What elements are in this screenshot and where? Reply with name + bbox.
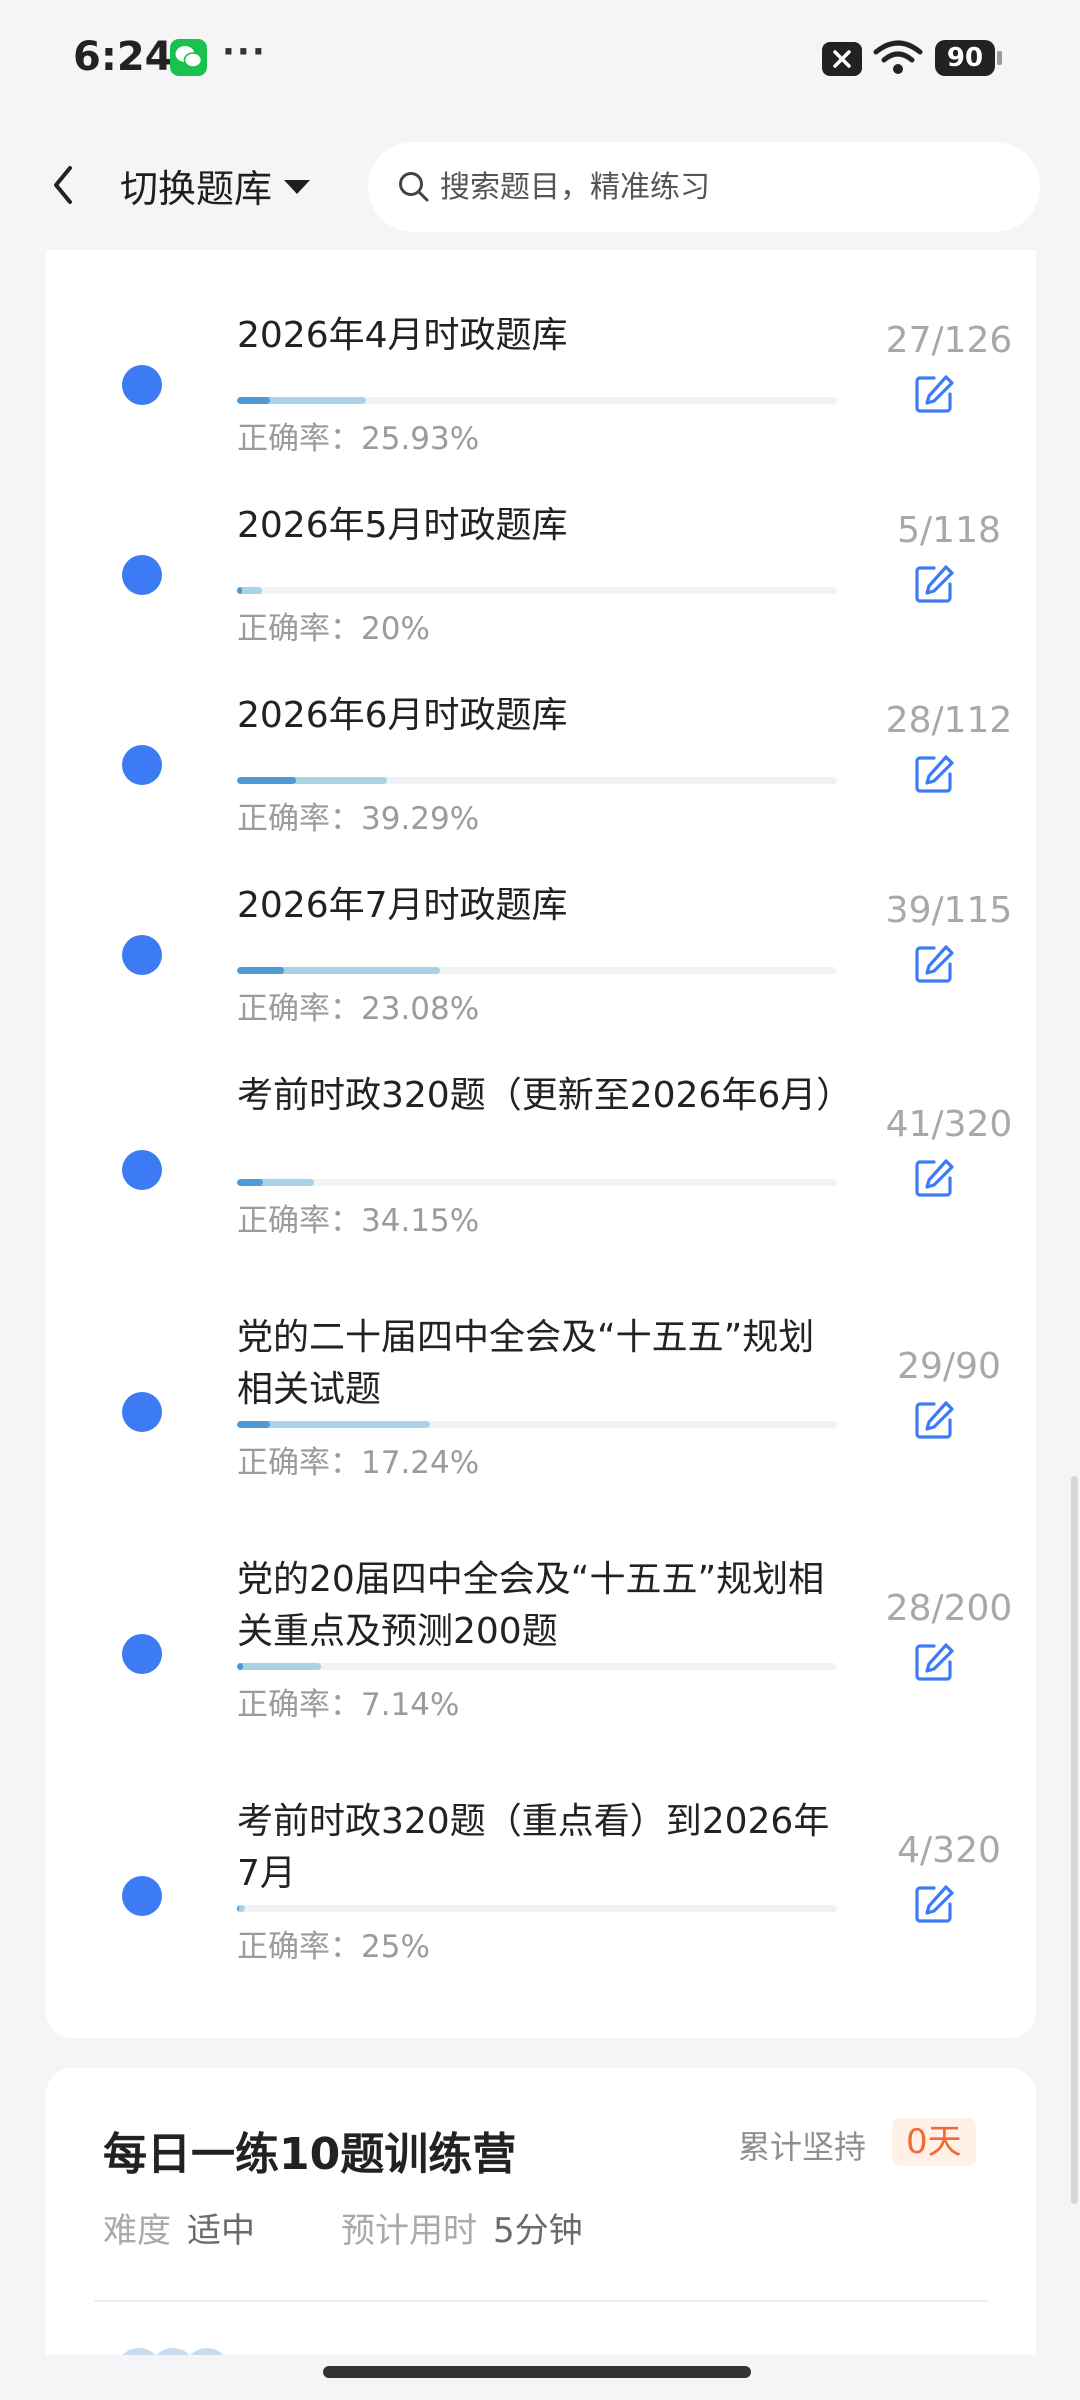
progress-count: 28/200 [885, 1588, 1013, 1629]
search-box[interactable] [368, 142, 1040, 232]
status-dot [122, 1392, 162, 1432]
progress-correct-fill [237, 1905, 239, 1912]
bank-row[interactable]: 党的20届四中全会及“十五五”规划相关重点及预测200题 正确率：7.14% 2… [46, 1534, 1036, 1734]
progress-bar [237, 1905, 837, 1912]
accuracy-text: 正确率：7.14% [237, 1687, 460, 1723]
search-input[interactable] [440, 169, 1000, 205]
edit-icon[interactable] [912, 562, 956, 606]
edit-icon[interactable] [912, 942, 956, 986]
progress-bar [237, 1179, 837, 1186]
accuracy-text: 正确率：34.15% [237, 1203, 480, 1239]
bank-title: 2026年7月时政题库 [237, 885, 568, 926]
edit-icon[interactable] [912, 1398, 956, 1442]
progress-count: 39/115 [885, 890, 1013, 931]
progress-correct-fill [237, 587, 243, 594]
progress-bar [237, 397, 837, 404]
streak-label: 累计坚持 [738, 2128, 867, 2166]
progress-correct-fill [237, 967, 284, 974]
scrollbar[interactable] [1071, 1476, 1078, 2204]
status-time: 6:24 [73, 34, 173, 80]
accuracy-text: 正确率：25% [237, 1929, 430, 1965]
progress-bar [237, 1421, 837, 1428]
time-value: 5分钟 [493, 2211, 583, 2251]
difficulty-label: 难度 [103, 2211, 171, 2251]
progress-correct-fill [237, 1179, 264, 1186]
chevron-left-icon[interactable] [44, 160, 84, 210]
bank-row[interactable]: 2026年6月时政题库 正确率：39.29% 28/112 [46, 670, 1036, 837]
time-meta: 预计用时 5分钟 [341, 2203, 583, 2252]
status-dot [122, 555, 162, 595]
bank-row[interactable]: 2026年5月时政题库 正确率：20% 5/118 [46, 480, 1036, 647]
battery-tip [997, 51, 1002, 65]
bank-title: 党的20届四中全会及“十五五”规划相关重点及预测200题 [237, 1559, 825, 1652]
battery-icon: 90 [935, 40, 995, 76]
edit-icon[interactable] [912, 372, 956, 416]
streak-badge: 0天 [892, 2118, 976, 2166]
progress-bar [237, 967, 837, 974]
progress-count: 28/112 [885, 700, 1013, 741]
progress-count: 5/118 [897, 510, 1001, 551]
bank-row[interactable]: 党的二十届四中全会及“十五五”规划相关试题 正确率：17.24% 29/90 [46, 1292, 1036, 1492]
status-bar: 6:24 ··· 90 [0, 0, 1080, 120]
accuracy-text: 正确率：23.08% [237, 991, 480, 1027]
progress-count: 41/320 [885, 1104, 1013, 1145]
bank-title: 党的二十届四中全会及“十五五”规划相关试题 [237, 1317, 815, 1410]
home-indicator[interactable] [323, 2366, 751, 2378]
edit-icon[interactable] [912, 1882, 956, 1926]
edit-icon[interactable] [912, 752, 956, 796]
difficulty-meta: 难度 适中 [103, 2203, 255, 2252]
bank-title: 考前时政320题（更新至2026年6月） [237, 1075, 853, 1116]
accuracy-text: 正确率：39.29% [237, 801, 480, 837]
progress-bar [237, 587, 837, 594]
camp-title: 每日一练10题训练营 [103, 2129, 517, 2180]
divider [94, 2300, 988, 2302]
progress-bar [237, 777, 837, 784]
wechat-icon [170, 39, 207, 76]
status-more-icon: ··· [222, 32, 267, 72]
progress-count: 4/320 [897, 1830, 1001, 1871]
header: 切换题库 [0, 120, 1080, 250]
bank-title: 2026年6月时政题库 [237, 695, 568, 736]
time-label: 预计用时 [341, 2211, 477, 2251]
caret-down-icon [284, 180, 311, 194]
progress-correct-fill [237, 397, 271, 404]
edit-icon[interactable] [912, 1640, 956, 1684]
progress-correct-fill [237, 1421, 271, 1428]
accuracy-text: 正确率：17.24% [237, 1445, 480, 1481]
progress-correct-fill [237, 1663, 243, 1670]
search-icon [399, 172, 429, 202]
question-bank-list: 2026年4月时政题库 正确率：25.93% 27/126 2026年5月时政题… [46, 250, 1036, 2038]
progress-bar [237, 1663, 837, 1670]
bank-row[interactable]: 2026年7月时政题库 正确率：23.08% 39/115 [46, 860, 1036, 1027]
bank-title: 2026年4月时政题库 [237, 315, 568, 356]
accuracy-text: 正确率：20% [237, 611, 430, 647]
edit-icon[interactable] [912, 1156, 956, 1200]
status-dot [122, 365, 162, 405]
status-dot [122, 935, 162, 975]
wifi-icon [873, 40, 923, 74]
status-dot [122, 745, 162, 785]
sim-off-icon [822, 42, 862, 76]
accuracy-text: 正确率：25.93% [237, 421, 480, 457]
progress-done-fill [237, 1663, 321, 1670]
bank-row[interactable]: 考前时政320题（重点看）到2026年7月 正确率：25% 4/320 [46, 1776, 1036, 1976]
progress-correct-fill [237, 777, 296, 784]
progress-count: 29/90 [897, 1346, 1001, 1387]
screen: 6:24 ··· 90 切换题库 搜索题目，精准练习 2026年4月时政题库 正… [0, 0, 1080, 2400]
switch-bank-dropdown[interactable]: 切换题库 [120, 160, 311, 211]
status-dot [122, 1876, 162, 1916]
bank-title: 2026年5月时政题库 [237, 505, 568, 546]
switch-bank-label: 切换题库 [120, 166, 273, 211]
daily-camp-card[interactable]: 每日一练10题训练营 累计坚持 0天 难度 适中 预计用时 5分钟 [46, 2068, 1036, 2394]
progress-count: 27/126 [885, 320, 1013, 361]
status-dot [122, 1634, 162, 1674]
bank-row[interactable]: 2026年4月时政题库 正确率：25.93% 27/126 [46, 290, 1036, 457]
bank-title: 考前时政320题（重点看）到2026年7月 [237, 1801, 830, 1894]
bank-row[interactable]: 考前时政320题（更新至2026年6月） 正确率：34.15% 41/320 [46, 1050, 1036, 1250]
difficulty-value: 适中 [187, 2211, 255, 2251]
status-dot [122, 1150, 162, 1190]
